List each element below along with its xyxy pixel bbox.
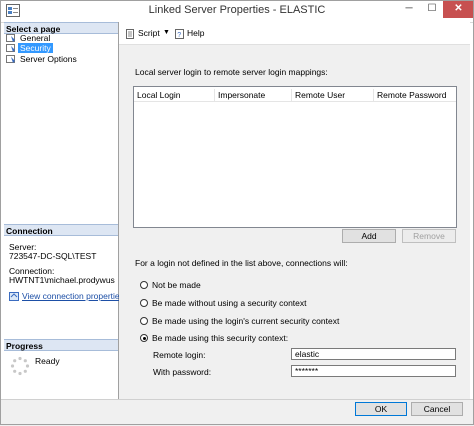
connection-header: Connection [4, 224, 118, 236]
mappings-label: Local server login to remote server logi… [135, 67, 328, 77]
help-icon: ? [175, 28, 184, 39]
radio-current-security-context[interactable] [140, 317, 148, 325]
script-dropdown-arrow[interactable]: ▼ [163, 27, 170, 39]
maximize-button[interactable]: ☐ [420, 0, 444, 18]
page-icon [6, 34, 15, 43]
radio-this-security-context[interactable] [140, 334, 148, 342]
option-label-this-security-context: Be made using this security context: [152, 333, 289, 343]
remote-login-input[interactable] [291, 348, 456, 360]
server-value: 723547-DC-SQL\TEST [9, 251, 97, 261]
undefined-login-label: For a login not defined in the list abov… [135, 258, 348, 268]
progress-header: Progress [4, 339, 118, 351]
view-connection-properties[interactable]: View connection properties [9, 291, 124, 302]
remove-button[interactable]: Remove [402, 229, 456, 243]
column-header-local-login[interactable]: Local Login [134, 89, 215, 101]
column-header-impersonate[interactable]: Impersonate [215, 89, 292, 101]
remote-login-label: Remote login: [153, 350, 206, 360]
title-bar: Linked Server Properties - ELASTIC ─ ☐ ✕ [0, 0, 474, 23]
password-label: With password: [153, 367, 212, 377]
left-pane: Select a page General Security Server Op… [4, 22, 124, 399]
toolbar: Script ▼ ? Help [119, 22, 470, 45]
add-button[interactable]: Add [342, 229, 396, 243]
page-item-general[interactable]: General [6, 33, 52, 43]
page-icon [6, 44, 15, 53]
cancel-button[interactable]: Cancel [411, 402, 463, 416]
page-item-security[interactable]: Security [6, 43, 53, 53]
column-header-remote-user[interactable]: Remote User [292, 89, 374, 101]
progress-status: Ready [35, 356, 60, 366]
right-pane: Script ▼ ? Help Local server login to rem… [119, 22, 470, 399]
column-header-remote-password[interactable]: Remote Password [374, 89, 456, 101]
svg-text:?: ? [177, 32, 181, 39]
help-button[interactable]: ? Help [175, 27, 204, 39]
option-label-not-be-made: Not be made [152, 280, 201, 290]
grid-header: Local Login Impersonate Remote User Remo… [134, 89, 456, 102]
ok-button[interactable]: OK [355, 402, 407, 416]
radio-without-security-context[interactable] [140, 299, 148, 307]
radio-not-be-made[interactable] [140, 281, 148, 289]
script-button[interactable]: Script [126, 27, 160, 39]
page-item-server-options[interactable]: Server Options [6, 54, 79, 64]
script-icon [126, 28, 134, 39]
login-mappings-grid[interactable]: Local Login Impersonate Remote User Remo… [133, 86, 457, 228]
progress-spinner-icon [10, 356, 30, 376]
option-label-current-security-context: Be made using the login's current securi… [152, 316, 340, 326]
page-icon [6, 55, 15, 64]
close-button[interactable]: ✕ [443, 0, 474, 18]
connection-value: HWTNT1\michael.prodywus [9, 275, 115, 285]
option-label-without-security-context: Be made without using a security context [152, 298, 307, 308]
password-input[interactable] [291, 365, 456, 377]
footer-bar: OK Cancel [0, 399, 474, 426]
minimize-button[interactable]: ─ [397, 0, 421, 18]
link-icon [9, 292, 19, 302]
